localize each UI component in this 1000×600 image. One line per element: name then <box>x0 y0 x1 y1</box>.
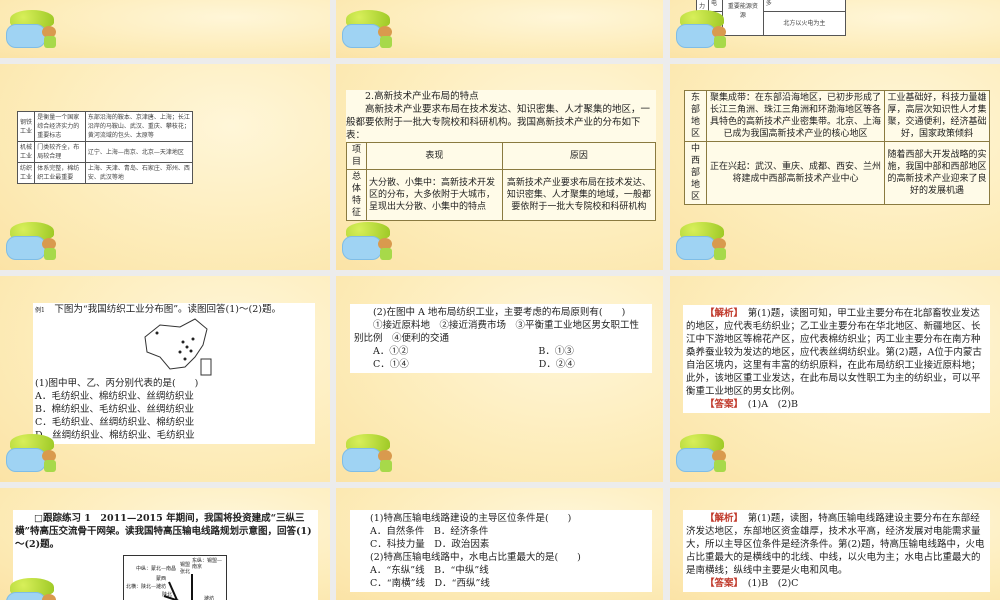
question-box: 例1 下图为“我国纺织工业分布图”。读图回答(1)～(2)题。 (1)图中甲、乙… <box>33 303 315 444</box>
text: D．丝绸纺织业、棉纺织业、毛纺织业 <box>35 430 195 441</box>
text: (2)在图中 A 地布局纺织工业，主要考虑的布局原则有( ) <box>373 307 626 318</box>
text: 东部地区 <box>684 90 707 142</box>
analysis-box: 【解析】 第(1)题，读图可知，甲工业主要分布在北部畜牧业发达的地区，应代表毛纺… <box>683 305 990 413</box>
question-box: (1)特高压输电线路建设的主导区位条件是( ) A．自然条件 B．经济条件 C．… <box>350 510 652 592</box>
china-textile-map <box>144 318 212 376</box>
text: 下图为“我国纺织工业分布图”。读图回答(1)～(2)题。 <box>54 304 281 315</box>
analysis-box: 【解析】 第(1)题，读图，特高压输电线路建设主要分布在东部经济发达地区，东部地… <box>683 510 990 592</box>
text: A．①② <box>373 346 409 357</box>
mascot-decoration <box>676 434 736 476</box>
text: (2)特高压输电线路中，水电占比重最大的是( ) <box>370 552 581 563</box>
slide-thumbnail-7[interactable]: 例1 下图为“我国纺织工业分布图”。读图回答(1)～(2)题。 (1)图中甲、乙… <box>0 276 330 482</box>
mascot-decoration <box>6 10 66 52</box>
text: A．自然条件 B．经济条件 <box>370 526 489 537</box>
text: 【解析】 <box>705 308 739 319</box>
section-heading: 2.高新技术产业布局的特点 <box>365 91 479 102</box>
text: C．毛纺织业、丝绸纺织业、棉纺织业 <box>35 417 195 428</box>
slide-thumbnail-11[interactable]: (1)特高压输电线路建设的主导区位条件是( ) A．自然条件 B．经济条件 C．… <box>336 488 663 600</box>
slide-thumbnail-10[interactable]: □跟踪练习 1 2011—2015 年期间，我国将投资建成“三纵三横”特高压交流… <box>0 488 330 600</box>
industry-table: 钢铁工业 是衡量一个国家综合经济实力的重要标志 东部沿海的鞍本、京津唐、上海；长江沿… <box>16 111 194 184</box>
text: 高新技术产业要求布局在技术发达、知识密集、人才聚集的地域，一般都要依附于一批大专… <box>501 169 657 221</box>
text: 聚集成带：在东部沿海地区，已初步形成了长江三角洲、珠江三角洲和环渤海地区等各具特… <box>706 90 885 142</box>
text: 纺织工业 <box>16 162 36 184</box>
text: (1)图中甲、乙、丙分别代表的是( ) <box>35 378 199 389</box>
text: A．“东纵”线 B．“中纵”线 <box>370 565 489 576</box>
text: C．①④ <box>373 359 409 370</box>
slide-thumbnail-12[interactable]: 【解析】 第(1)题，读图，特高压输电线路建设主要分布在东部经济发达地区，东部地… <box>670 488 1000 600</box>
text: D．②④ <box>538 359 575 370</box>
text: 原因 <box>501 142 657 170</box>
slide-thumbnail-6[interactable]: 东部地区 聚集成带：在东部沿海地区，已初步形成了长江三角洲、珠江三角洲和环渤海地区… <box>670 64 1000 270</box>
region-table: 东部地区 聚集成带：在东部沿海地区，已初步形成了长江三角洲、珠江三角洲和环渤海地区… <box>684 90 990 205</box>
mascot-decoration <box>676 10 736 52</box>
text: 例1 <box>35 307 45 314</box>
text: 项目 <box>346 142 367 170</box>
paragraph: 高新技术产业要求布局在技术发达、知识密集、人才聚集的地区，一般都要依附于一批大专… <box>346 104 651 141</box>
mascot-decoration <box>342 222 402 264</box>
question-box: (2)在图中 A 地布局纺织工业，主要考虑的布局原则有( ) ①接近原料地 ②接… <box>350 304 652 373</box>
hightech-content: 2.高新技术产业布局的特点 高新技术产业要求布局在技术发达、知识密集、人才聚集的… <box>346 90 657 221</box>
text: C．“南横”线 D．“西纵”线 <box>370 578 490 589</box>
text: 【答案】 <box>705 578 739 589</box>
mascot-decoration <box>6 434 66 476</box>
slide-thumbnail-3[interactable]: 电力工业水电重要能源资源江、松花江上游等，南方居多 火电北方以火电为主 <box>670 0 1000 58</box>
text: 工业基础好，科技力量雄厚，高层次知识性人才集聚，交通便利，经济基础好，国家政策倾… <box>884 90 990 142</box>
mascot-decoration <box>342 434 402 476</box>
text: 第(1)题，读图可知，甲工业主要分布在北部畜牧业发达的地区，应代表毛纺织业；乙工… <box>686 308 982 397</box>
text: (1)B (2)C <box>747 578 799 589</box>
text: 是衡量一个国家综合经济实力的重要标志 <box>34 111 86 142</box>
text: 体系完整，棉纺织工业最重要 <box>34 162 86 184</box>
text: 钢铁工业 <box>16 111 36 142</box>
text: (1)特高压输电线路建设的主导区位条件是( ) <box>370 513 572 524</box>
text: 中西部地区 <box>684 141 707 205</box>
text: 北方以火电为主 <box>762 10 847 36</box>
text: 东部沿海的鞍本、京津唐、上海；长江沿岸的马鞍山、武汉、重庆、攀枝花；黄河流域的包… <box>84 111 194 142</box>
mascot-decoration <box>6 578 66 600</box>
text: □跟踪练习 1 2011—2015 年期间，我国将投资建成“三纵三横”特高压交流… <box>15 513 312 550</box>
text: 总体特征 <box>346 169 367 221</box>
slide-thumbnail-2[interactable] <box>336 0 663 58</box>
text: 江、松花江上游等，南方居多 <box>762 0 847 12</box>
slide-thumbnail-5[interactable]: 2.高新技术产业布局的特点 高新技术产业要求布局在技术发达、知识密集、人才聚集的… <box>336 64 663 270</box>
text: B．①③ <box>538 346 574 357</box>
slide-thumbnail-4[interactable]: 钢铁工业 是衡量一个国家综合经济实力的重要标志 东部沿海的鞍本、京津唐、上海；长江沿… <box>0 64 330 270</box>
power-line-map: 中纵：蒙北—南昌 东纵：锡盟—南京 北横：陕北—潍坊 蒙西 陕北 锡盟 张北 潍… <box>123 555 227 600</box>
text: C．科技力量 D．政治因素 <box>370 539 490 550</box>
text: 门类较齐全，布局较合理 <box>34 141 86 163</box>
mascot-decoration <box>342 10 402 52</box>
text: (1)A (2)B <box>747 399 799 410</box>
slide-thumbnail-1[interactable] <box>0 0 330 58</box>
text: 表现 <box>366 142 503 170</box>
text: 机械工业 <box>16 141 36 163</box>
text: 【答案】 <box>705 399 739 410</box>
text: 【解析】 <box>705 513 739 524</box>
text: A．毛纺织业、棉纺织业、丝绸纺织业 <box>35 391 194 402</box>
text: 正在兴起：武汉、重庆、成都、西安、兰州将建成中西部高新技术产业中心 <box>706 141 885 205</box>
mascot-decoration <box>676 222 736 264</box>
text: B．棉纺织业、毛纺织业、丝绸纺织业 <box>35 404 194 415</box>
text: ①接近原料地 ②接近消费市场 ③平衡重工业地区男女职工性别比例 ④便利的交通 <box>354 320 640 344</box>
mascot-decoration <box>6 222 66 264</box>
text: 大分散、小集中：高新技术开发区的分布，大多依附于大城市，呈现出大分散、小集中的特… <box>366 169 503 221</box>
text: 上海、天津、青岛、石家庄、郑州、西安、武汉等地 <box>84 162 194 184</box>
slide-thumbnail-9[interactable]: 【解析】 第(1)题，读图可知，甲工业主要分布在北部畜牧业发达的地区，应代表毛纺… <box>670 276 1000 482</box>
text: 辽宁、上海—南京、北京—天津地区 <box>84 141 194 163</box>
slide-thumbnail-8[interactable]: (2)在图中 A 地布局纺织工业，主要考虑的布局原则有( ) ①接近原料地 ②接… <box>336 276 663 482</box>
text: 随着西部大开发战略的实施，我国中部和西部地区的高新技术产业迎来了良好的发展机遇 <box>884 141 990 205</box>
